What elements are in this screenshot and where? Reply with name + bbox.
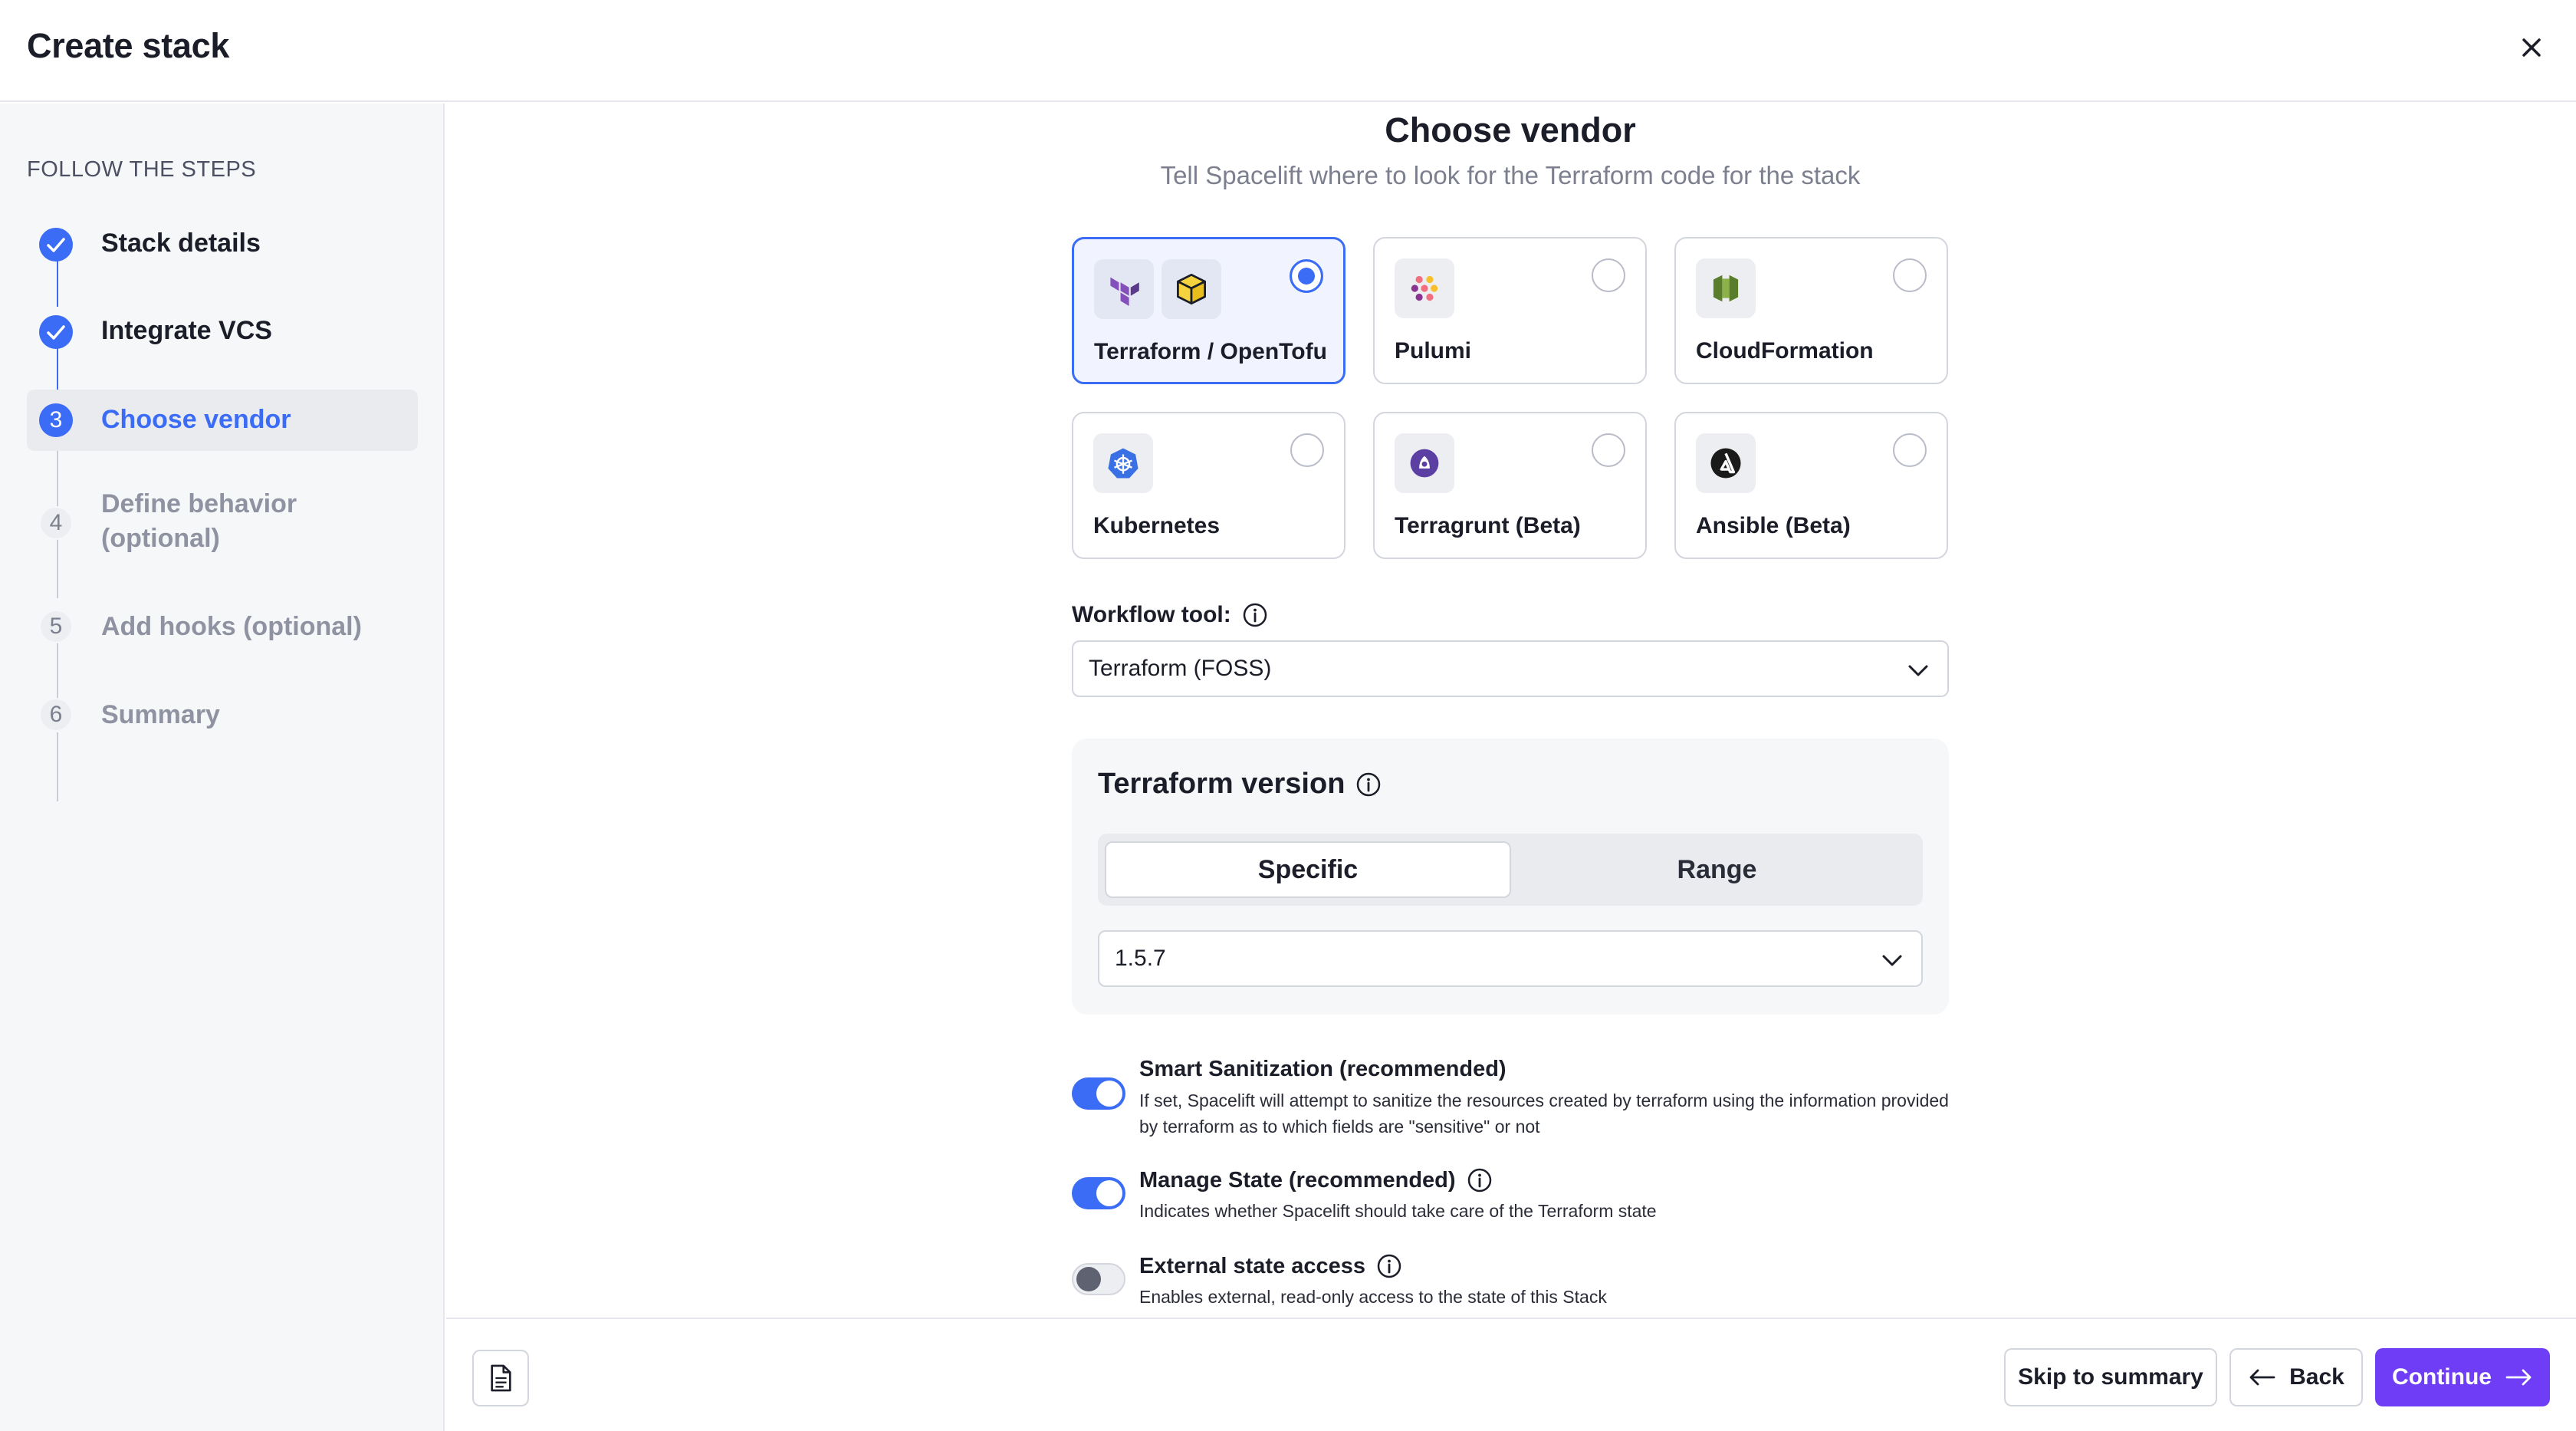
workflow-tool-select[interactable]: Terraform (FOSS) [1072, 640, 1949, 697]
cloudformation-icon [1696, 258, 1756, 318]
workflow-tool-label-text: Workflow tool: [1072, 602, 1231, 627]
terraform-version-title: Terraform version [1098, 768, 1346, 800]
step-number: 6 [39, 698, 73, 732]
terraform-version-select[interactable]: 1.5.7 [1098, 930, 1923, 987]
vendor-card-ansible[interactable]: Ansible (Beta) [1674, 412, 1948, 559]
step-label: Add hooks (optional) [101, 612, 362, 641]
step-number: 5 [39, 610, 73, 643]
step-label: Stack details [101, 229, 261, 258]
section-subtitle: Tell Spacelift where to look for the Ter… [1160, 161, 1861, 189]
version-mode-specific[interactable]: Specific [1105, 841, 1511, 898]
continue-label: Continue [2392, 1364, 2492, 1390]
step-connector [57, 732, 58, 801]
workflow-tool-label: Workflow tool: [1072, 602, 1268, 628]
vendor-name: Pulumi [1395, 338, 1472, 364]
footer-bar: Skip to summary Back Continue [446, 1318, 2576, 1431]
step-label: Define behavior (optional) [101, 489, 297, 553]
smart-sanitization-toggle[interactable] [1072, 1077, 1125, 1110]
toggle-description: Indicates whether Spacelift should take … [1139, 1201, 1657, 1221]
step-label: Summary [101, 700, 220, 729]
step-choose-vendor[interactable]: 3 Choose vendor [27, 390, 418, 451]
info-icon[interactable] [1376, 1253, 1402, 1279]
vendor-name: Terraform / OpenTofu [1094, 339, 1327, 364]
external-state-access-toggle[interactable] [1072, 1263, 1125, 1295]
check-icon [39, 315, 73, 349]
toggle-description: If set, Spacelift will attempt to saniti… [1139, 1091, 1949, 1137]
toggle-title-text: Manage State (recommended) [1139, 1167, 1456, 1192]
opentofu-icon [1162, 259, 1221, 319]
vendor-card-kubernetes[interactable]: Kubernetes [1072, 412, 1346, 559]
vendor-radio[interactable] [1592, 258, 1625, 292]
vendor-name: CloudFormation [1696, 338, 1874, 364]
toggle-row-smart-sanitization: Smart Sanitization (recommended) If set,… [1072, 1057, 1961, 1137]
continue-button[interactable]: Continue [2375, 1348, 2550, 1406]
vendor-radio[interactable] [1290, 433, 1324, 467]
arrow-right-icon [2505, 1369, 2532, 1386]
toggle-title: External state access [1139, 1253, 1402, 1279]
steps-sidebar: FOLLOW THE STEPS Stack details Integrate… [0, 104, 445, 1431]
version-mode-segmented-control: Specific Range [1098, 834, 1923, 906]
step-integrate-vcs[interactable]: Integrate VCS [27, 314, 418, 352]
toggle-title-text: Smart Sanitization (recommended) [1139, 1057, 1506, 1081]
vendor-name: Ansible (Beta) [1696, 513, 1851, 538]
info-icon[interactable] [1355, 771, 1382, 798]
toggle-row-manage-state: Manage State (recommended) Indicates whe… [1072, 1167, 1961, 1221]
skip-to-summary-button[interactable]: Skip to summary [2004, 1348, 2217, 1406]
kubernetes-icon [1093, 433, 1153, 493]
step-label: Integrate VCS [101, 316, 272, 345]
manage-state-toggle[interactable] [1072, 1177, 1125, 1209]
terragrunt-icon [1395, 433, 1454, 493]
page-title: Create stack [27, 26, 230, 65]
vendor-card-cloudformation[interactable]: CloudFormation [1674, 237, 1948, 384]
skip-label: Skip to summary [2018, 1364, 2203, 1390]
step-label: Choose vendor [101, 405, 291, 434]
terraform-version-value: 1.5.7 [1115, 946, 1166, 971]
documentation-button[interactable] [472, 1350, 529, 1406]
vendor-radio[interactable] [1592, 433, 1625, 467]
chevron-down-icon [1882, 955, 1902, 966]
step-stack-details[interactable]: Stack details [27, 226, 418, 265]
vendor-name: Terragrunt (Beta) [1395, 513, 1581, 538]
chevron-down-icon [1908, 665, 1928, 676]
toggle-title-text: External state access [1139, 1253, 1366, 1278]
vendor-card-terraform[interactable]: Terraform / OpenTofu [1072, 237, 1346, 384]
close-icon[interactable] [2516, 32, 2547, 63]
header: Create stack [0, 0, 2576, 102]
vendor-card-pulumi[interactable]: Pulumi [1373, 237, 1647, 384]
vendor-radio[interactable] [1893, 258, 1927, 292]
info-icon[interactable] [1467, 1167, 1493, 1193]
terraform-version-heading: Terraform version [1098, 768, 1382, 801]
pulumi-icon [1395, 258, 1454, 318]
ansible-icon [1696, 433, 1756, 493]
toggle-description: Enables external, read-only access to th… [1139, 1287, 1607, 1307]
check-icon [39, 228, 73, 262]
back-label: Back [2289, 1364, 2344, 1390]
vendor-radio[interactable] [1893, 433, 1927, 467]
vendor-name: Kubernetes [1093, 513, 1221, 538]
vendor-card-terragrunt[interactable]: Terragrunt (Beta) [1373, 412, 1647, 559]
terraform-icon [1094, 259, 1154, 319]
document-icon [491, 1364, 511, 1392]
vendor-radio[interactable] [1290, 259, 1323, 293]
step-number: 4 [39, 506, 73, 540]
step-number: 3 [39, 403, 73, 437]
info-icon[interactable] [1242, 602, 1268, 628]
step-summary[interactable]: 6 Summary [27, 698, 418, 736]
toggle-title: Smart Sanitization (recommended) [1139, 1057, 1506, 1082]
arrow-left-icon [2249, 1369, 2275, 1386]
terraform-version-card: Terraform version Specific Range 1.5.7 [1072, 739, 1949, 1015]
back-button[interactable]: Back [2229, 1348, 2363, 1406]
steps-heading: FOLLOW THE STEPS [27, 157, 257, 182]
step-add-hooks[interactable]: 5 Add hooks (optional) [27, 610, 418, 648]
toggle-row-external-state: External state access Enables external, … [1072, 1253, 1961, 1307]
workflow-tool-value: Terraform (FOSS) [1089, 656, 1272, 681]
section-title: Choose vendor [1385, 110, 1636, 150]
step-define-behavior[interactable]: 4 Define behavior (optional) [27, 487, 418, 564]
toggle-title: Manage State (recommended) [1139, 1167, 1493, 1193]
version-mode-range[interactable]: Range [1516, 841, 1918, 898]
